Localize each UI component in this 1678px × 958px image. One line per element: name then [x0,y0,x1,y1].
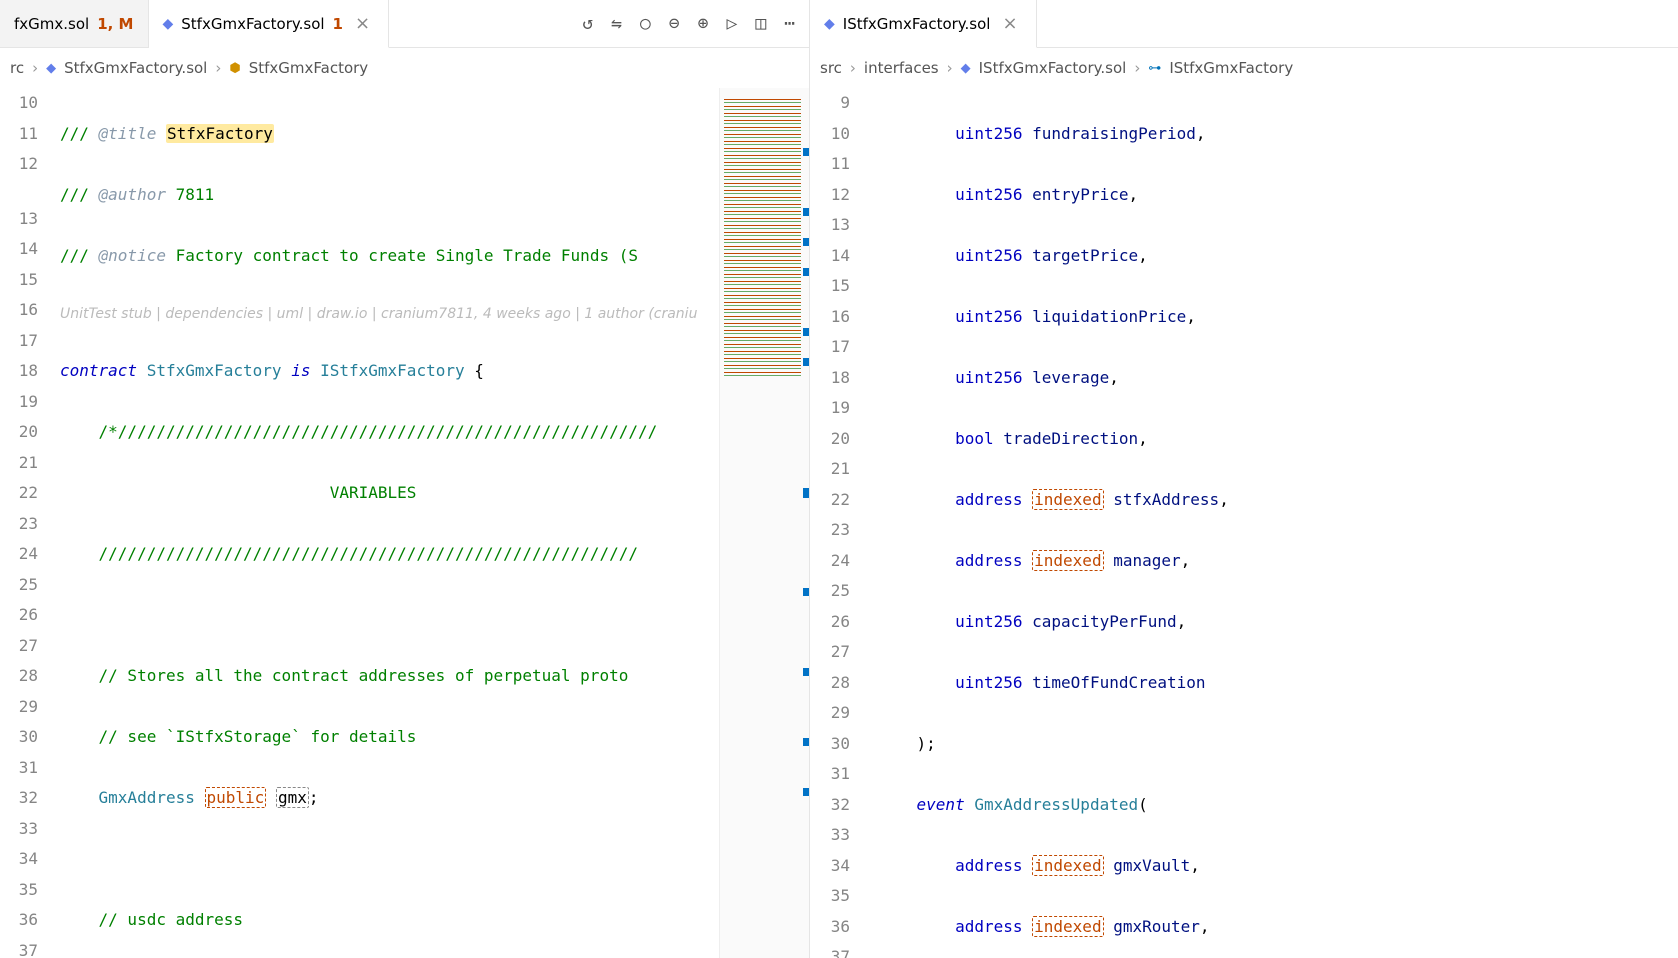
minimap-marker [803,328,809,336]
class-icon: ⬢ [229,61,240,76]
merge-icon[interactable]: ⊕ [698,13,709,34]
minimap-marker [803,148,809,156]
ethereum-icon: ◆ [824,16,835,32]
minimap-content [724,96,801,376]
chevron-right-icon: › [850,59,856,77]
branch-icon[interactable]: ⊖ [669,13,680,34]
commit-icon[interactable]: ○ [640,13,651,34]
code-editor[interactable]: uint256 fundraisingPeriod, uint256 entry… [874,88,1678,958]
breadcrumb-seg: src [820,59,842,77]
split-editor-icon[interactable]: ◫ [755,13,766,34]
breadcrumb-seg: IStfxGmxFactory [1169,59,1293,77]
breadcrumb-seg: IStfxGmxFactory.sol [979,59,1127,77]
tab-badge: 1 [333,15,343,33]
minimap-marker [803,208,809,216]
more-icon[interactable]: ⋯ [784,13,795,34]
code-editor[interactable]: /// @title StfxFactory /// @author 7811 … [56,88,719,958]
git-blame-annotation: UnitTest stub | dependencies | uml | dra… [56,302,719,326]
line-gutter: 9101112131415161718192021222324252627282… [810,88,874,958]
close-icon[interactable]: × [351,13,374,34]
line-gutter: 101112 131415161718192021222324252627282… [0,88,56,958]
breadcrumb-seg: StfxGmxFactory [249,59,368,77]
tab-label: IStfxGmxFactory.sol [843,15,991,33]
breadcrumb-seg: interfaces [864,59,939,77]
chevron-right-icon: › [947,59,953,77]
breadcrumb[interactable]: src › interfaces › ◆ IStfxGmxFactory.sol… [810,48,1678,88]
tab-prev-file[interactable]: fxGmx.sol 1, M [0,0,149,47]
tab-active-file[interactable]: ◆ StfxGmxFactory.sol 1 × [149,0,390,48]
tab-label: StfxGmxFactory.sol [181,15,324,33]
interface-icon: ⊶ [1148,61,1161,76]
close-icon[interactable]: × [998,13,1021,34]
breadcrumb-seg: rc [10,59,24,77]
minimap-marker [803,668,809,676]
tab-label: fxGmx.sol [14,15,89,33]
chevron-right-icon: › [32,59,38,77]
minimap-marker [803,588,809,596]
ethereum-icon: ◆ [46,61,56,76]
minimap[interactable] [719,88,809,958]
breadcrumb-seg: StfxGmxFactory.sol [64,59,207,77]
chevron-right-icon: › [215,59,221,77]
run-icon[interactable]: ▷ [726,13,737,34]
tab-badge: 1, M [97,15,133,33]
minimap-marker [803,238,809,246]
breadcrumb[interactable]: rc › ◆ StfxGmxFactory.sol › ⬢ StfxGmxFac… [0,48,809,88]
minimap-marker [803,358,809,366]
ethereum-icon: ◆ [163,16,174,32]
chevron-right-icon: › [1134,59,1140,77]
minimap-marker [803,488,809,498]
ethereum-icon: ◆ [961,61,971,76]
minimap-marker [803,788,809,796]
history-icon[interactable]: ↺ [582,13,593,34]
minimap-marker [803,738,809,746]
git-compare-icon[interactable]: ⇋ [611,13,622,34]
tab-interface-file[interactable]: ◆ IStfxGmxFactory.sol × [810,0,1037,48]
minimap-marker [803,268,809,276]
